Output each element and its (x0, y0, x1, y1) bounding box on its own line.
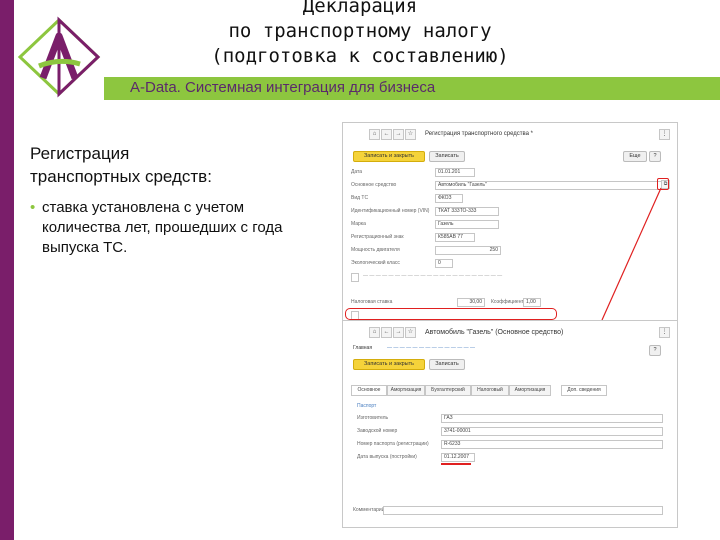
forward-arrow-icon[interactable]: → (393, 129, 404, 140)
tab-accounting[interactable]: Бухгалтерский (425, 385, 471, 396)
title-line-2: по транспортному налогу (228, 20, 492, 42)
bullet-item: • ставка установлена с учетом количества… (30, 198, 312, 258)
field-label: Экологический класс (351, 260, 400, 266)
manufacturer-field[interactable]: ГАЗ (441, 414, 663, 423)
brand-field[interactable]: Газель (435, 220, 499, 229)
heading-line-1: Регистрация (30, 144, 130, 163)
field-label: Номер паспорта (регистрации) (357, 441, 429, 447)
field-label: Коэффициент (491, 299, 524, 305)
heading-line-2: транспортных средств: (30, 167, 212, 186)
bullet-dot-icon: • (30, 199, 36, 216)
registration-window: ⌂ ← → ☆ Регистрация транспортного средст… (342, 122, 678, 322)
tab-amortization[interactable]: Амортизация (387, 385, 425, 396)
date-field[interactable]: 01.01.201 (435, 168, 475, 177)
field-label: Налоговая ставка (351, 299, 393, 305)
asset-field[interactable]: Автомобиль "Газель" (435, 181, 663, 190)
window-menu-icon[interactable]: ⋮ (659, 129, 670, 140)
checkbox[interactable] (351, 273, 359, 282)
help-button[interactable]: ? (649, 151, 661, 162)
back-arrow-icon[interactable]: ← (381, 129, 392, 140)
help-button[interactable]: ? (649, 345, 661, 356)
title-line-1: Декларация (302, 0, 418, 17)
subtitle-bar: A-Data. Системная интеграция для бизнеса (104, 77, 720, 100)
comment-field[interactable] (383, 506, 663, 515)
save-close-button[interactable]: Записать и закрыть (353, 359, 425, 370)
checkbox-label-placeholder: — — — — — — — — — — — — — — — — — — — — … (363, 273, 503, 279)
comment-label: Комментарий (353, 507, 385, 513)
reg-plate-field[interactable]: К585АВ 77 (435, 233, 475, 242)
tab-main[interactable]: Основное (351, 385, 387, 396)
vehicle-type-field[interactable]: ФКОЗ (435, 194, 463, 203)
window2-title: Автомобиль "Газель" (Основное средство) (425, 329, 564, 336)
slide-heading: Регистрация транспортных средств: (30, 142, 300, 188)
related-links[interactable]: — — — — — — — — — — — — — — (387, 345, 475, 351)
passport-number-field[interactable]: R-6233 (441, 440, 663, 449)
window1-title: Регистрация транспортного средства * (425, 131, 533, 137)
write-button[interactable]: Записать (429, 359, 465, 370)
field-label: Вид ТС (351, 195, 369, 201)
field-label: Идентификационный номер (VIN) (351, 208, 430, 214)
field-label: Мощность двигателя (351, 247, 400, 253)
write-button[interactable]: Записать (429, 151, 465, 162)
back-arrow-icon[interactable]: ← (381, 327, 392, 338)
a-data-logo (17, 16, 101, 98)
window-menu-icon[interactable]: ⋮ (659, 327, 670, 338)
field-label: Изготовитель (357, 415, 389, 421)
field-label: Дата выпуска (постройки) (357, 454, 417, 460)
favorite-star-icon[interactable]: ☆ (405, 129, 416, 140)
more-button[interactable]: Еще (623, 151, 647, 162)
main-tab-link[interactable]: Главная (353, 345, 372, 351)
coefficient-field[interactable]: 1,00 (523, 298, 541, 307)
subtitle-text: A-Data. Системная интеграция для бизнеса (130, 79, 436, 96)
field-label: Марка (351, 221, 366, 227)
field-label: Дата (351, 169, 363, 175)
date-underline (441, 463, 471, 465)
slide-title: Декларация по транспортному налогу (подг… (160, 0, 560, 69)
forward-arrow-icon[interactable]: → (393, 327, 404, 338)
home-icon[interactable]: ⌂ (369, 129, 380, 140)
tab-amortization-2[interactable]: Амортизация (509, 385, 551, 396)
field-label: Основное средство (351, 182, 397, 188)
bullet-text: ставка установлена с учетом количества л… (42, 199, 283, 256)
save-close-button[interactable]: Записать и закрыть (353, 151, 425, 162)
field-label: Регистрационный знак (351, 234, 404, 240)
field-label: Заводской номер (357, 428, 398, 434)
vin-field[interactable]: ТКАТ 333ТО-333 (435, 207, 499, 216)
tax-rate-field[interactable]: 30,00 (457, 298, 485, 307)
eco-class-field[interactable]: 0 (435, 259, 453, 268)
factory-number-field[interactable]: 3741-00001 (441, 427, 663, 436)
home-icon[interactable]: ⌂ (369, 327, 380, 338)
favorite-star-icon[interactable]: ☆ (405, 327, 416, 338)
section-title: Паспорт (357, 403, 377, 409)
highlight-box (345, 308, 557, 320)
left-purple-bar (0, 0, 14, 540)
manufacture-date-field[interactable]: 01.12.2007 (441, 453, 475, 462)
engine-power-field[interactable]: 250 (435, 246, 501, 255)
tab-extra[interactable]: Доп. сведения (561, 385, 607, 396)
title-line-3: (подготовка к составлению) (211, 45, 509, 67)
highlight-open-button (657, 178, 669, 190)
tab-tax[interactable]: Налоговый (471, 385, 509, 396)
asset-window: ⌂ ← → ☆ Автомобиль "Газель" (Основное ср… (342, 320, 678, 528)
